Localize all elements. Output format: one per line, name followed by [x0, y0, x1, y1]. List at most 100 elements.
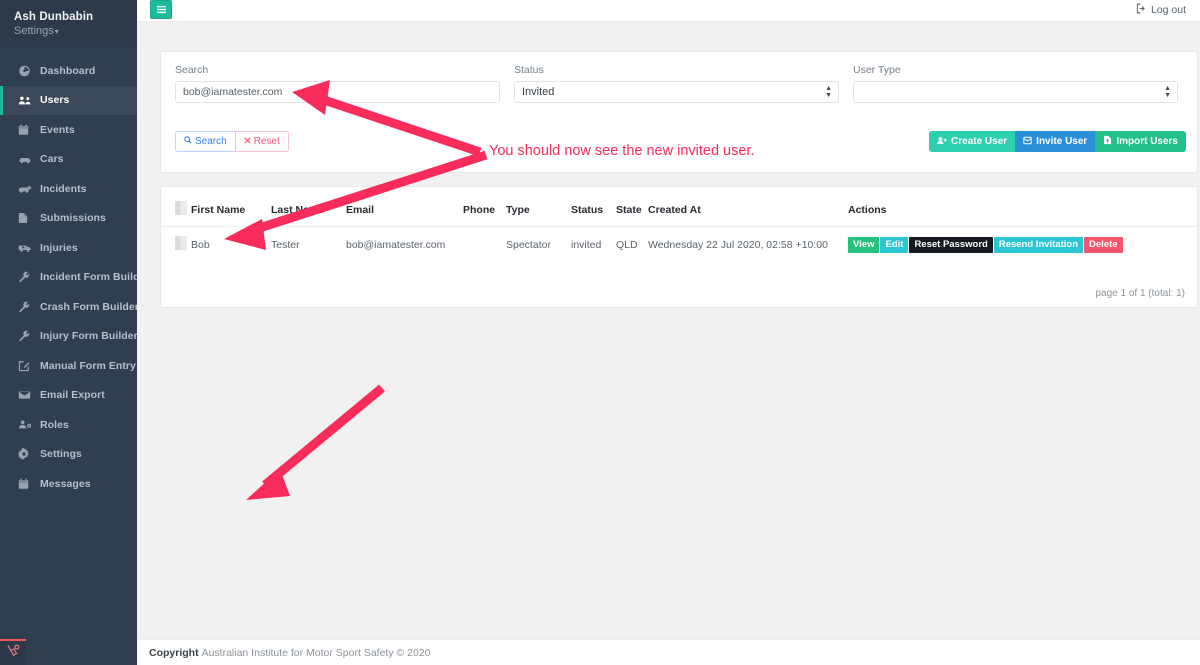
- status-select-value: Invited: [522, 86, 555, 98]
- sidebar-item-dashboard[interactable]: Dashboard: [0, 56, 137, 86]
- search-field-group: Search: [175, 64, 500, 103]
- footer-copyright-label: Copyright: [149, 646, 199, 659]
- table-col-type[interactable]: Type: [506, 187, 571, 227]
- table-col-first-name[interactable]: First Name: [191, 187, 271, 227]
- footer: Copyright Australian Institute for Motor…: [137, 639, 1200, 665]
- filter-actions: Search Reset: [175, 131, 289, 152]
- table-head: First Name Last Name Email Phone Type St…: [161, 187, 1197, 227]
- sidebar-item-label: Email Export: [40, 389, 105, 402]
- user-type-label: User Type: [853, 64, 901, 76]
- sidebar-item-roles[interactable]: Roles: [0, 410, 137, 440]
- logout-button[interactable]: Log out: [1136, 3, 1186, 17]
- top-bar: [137, 0, 1200, 22]
- calendar-icon: [18, 124, 33, 136]
- laravel-debugbar-toggle[interactable]: [0, 639, 26, 665]
- sidebar-item-manual-form-entry[interactable]: Manual Form Entry: [0, 351, 137, 381]
- sidebar-item-label: Crash Form Builder: [40, 300, 139, 313]
- calendar-icon: [18, 478, 33, 490]
- sidebar-item-label: Messages: [40, 477, 91, 490]
- users-table-card: First Name Last Name Email Phone Type St…: [160, 186, 1198, 308]
- sidebar-item-label: Incident Form Builder: [40, 271, 150, 284]
- table-col-status[interactable]: Status: [571, 187, 616, 227]
- sidebar-item-crash-form-builder[interactable]: Crash Form Builder: [0, 292, 139, 322]
- annotation-text: You should now see the new invited user.: [489, 143, 755, 159]
- view-button[interactable]: View: [848, 236, 880, 253]
- pagination-status: page 1 of 1 (total: 1): [1095, 288, 1185, 299]
- sidebar-item-label: Users: [40, 94, 70, 107]
- ambulance-icon: [18, 242, 33, 254]
- cell-state: QLD: [616, 238, 638, 251]
- sidebar-item-label: Events: [40, 123, 75, 136]
- sidebar-item-cars[interactable]: Cars: [0, 145, 137, 175]
- crash-icon: [18, 183, 33, 195]
- user-type-select[interactable]: ▲ ▼: [853, 81, 1178, 103]
- cell-type: Spectator: [506, 238, 551, 251]
- sidebar-item-settings[interactable]: Settings: [0, 440, 137, 470]
- sidebar-item-label: Dashboard: [40, 64, 96, 77]
- sidebar-item-label: Roles: [40, 418, 69, 431]
- upload-file-icon: [1103, 135, 1112, 148]
- users-table: First Name Last Name Email Phone Type St…: [161, 187, 1197, 262]
- file-icon: [18, 212, 33, 224]
- laravel-logo-icon: [6, 643, 21, 663]
- sidebar-item-email-export[interactable]: Email Export: [0, 381, 137, 411]
- sidebar-item-incident-form-builder[interactable]: Incident Form Builder: [0, 263, 150, 293]
- sidebar-nav: Dashboard Users Events Cars Incidents Su…: [0, 56, 150, 499]
- sidebar-item-users[interactable]: Users: [0, 85, 137, 115]
- table-col-actions: Actions: [848, 187, 1197, 227]
- table-col-created-at[interactable]: Created At: [648, 187, 848, 227]
- cell-status: invited: [571, 238, 602, 251]
- resend-invitation-button[interactable]: Resend Invitation: [993, 236, 1084, 253]
- chevron-down-icon: ▾: [54, 27, 59, 36]
- reset-button-label: Reset: [253, 136, 280, 147]
- sidebar-item-events[interactable]: Events: [0, 115, 137, 145]
- search-icon: [184, 136, 192, 147]
- reset-password-button[interactable]: Reset Password: [909, 236, 993, 253]
- user-plus-icon: [937, 136, 947, 148]
- gear-icon: [18, 448, 33, 461]
- import-users-label: Import Users: [1116, 136, 1178, 147]
- user-gear-icon: [18, 419, 33, 431]
- row-actions: View Edit Reset Password Resend Invitati…: [848, 236, 1197, 253]
- hamburger-icon[interactable]: [150, 0, 172, 19]
- status-select[interactable]: Invited ▲ ▼: [514, 81, 839, 103]
- table-col-last-name[interactable]: Last Name: [271, 187, 346, 227]
- sidebar-item-submissions[interactable]: Submissions: [0, 204, 137, 234]
- wrench-icon: [18, 330, 33, 342]
- create-user-button[interactable]: Create User: [929, 131, 1016, 152]
- user-type-field-group: User Type ▲ ▼: [853, 64, 1178, 103]
- sidebar-user-settings-toggle[interactable]: Settings▾: [14, 25, 137, 37]
- import-users-button[interactable]: Import Users: [1095, 131, 1186, 152]
- cell-phone: [463, 227, 506, 263]
- sidebar-item-injuries[interactable]: Injuries: [0, 233, 137, 263]
- table-header-row: First Name Last Name Email Phone Type St…: [161, 187, 1197, 227]
- search-button[interactable]: Search: [175, 131, 236, 152]
- table-col-state[interactable]: State: [616, 187, 648, 227]
- invite-user-button[interactable]: Invite User: [1015, 131, 1096, 152]
- invite-user-label: Invite User: [1036, 136, 1088, 147]
- search-button-label: Search: [195, 136, 227, 147]
- search-input[interactable]: [175, 81, 500, 103]
- sidebar-user-block[interactable]: Ash Dunbabin Settings▾: [0, 0, 137, 47]
- sidebar-item-label: Manual Form Entry: [40, 359, 136, 372]
- cell-first-name: Bob: [191, 238, 210, 251]
- select-spinner-icon: ▲ ▼: [1164, 85, 1171, 99]
- search-label: Search: [175, 64, 209, 76]
- users-icon: [18, 94, 33, 106]
- sidebar-item-label: Submissions: [40, 212, 106, 225]
- main-content: Search Status Invited ▲▼ User Type ▲▼ Se…: [137, 22, 1200, 639]
- sidebar-item-injury-form-builder[interactable]: Injury Form Builder: [0, 322, 138, 352]
- status-field-group: Status Invited ▲ ▼: [514, 64, 839, 103]
- checkbox-placeholder-icon[interactable]: [175, 201, 187, 215]
- table-col-email[interactable]: Email: [346, 187, 463, 227]
- reset-button[interactable]: Reset: [235, 131, 289, 152]
- wrench-icon: [18, 271, 33, 283]
- sidebar-item-incidents[interactable]: Incidents: [0, 174, 137, 204]
- sidebar: Ash Dunbabin Settings▾ Dashboard Users E…: [0, 0, 150, 665]
- sidebar-item-messages[interactable]: Messages: [0, 469, 137, 499]
- cell-email: bob@iamatester.com: [346, 238, 446, 251]
- table-col-phone[interactable]: Phone: [463, 187, 506, 227]
- checkbox-placeholder-icon[interactable]: [175, 236, 187, 250]
- edit-button[interactable]: Edit: [880, 236, 909, 253]
- delete-button[interactable]: Delete: [1084, 236, 1123, 253]
